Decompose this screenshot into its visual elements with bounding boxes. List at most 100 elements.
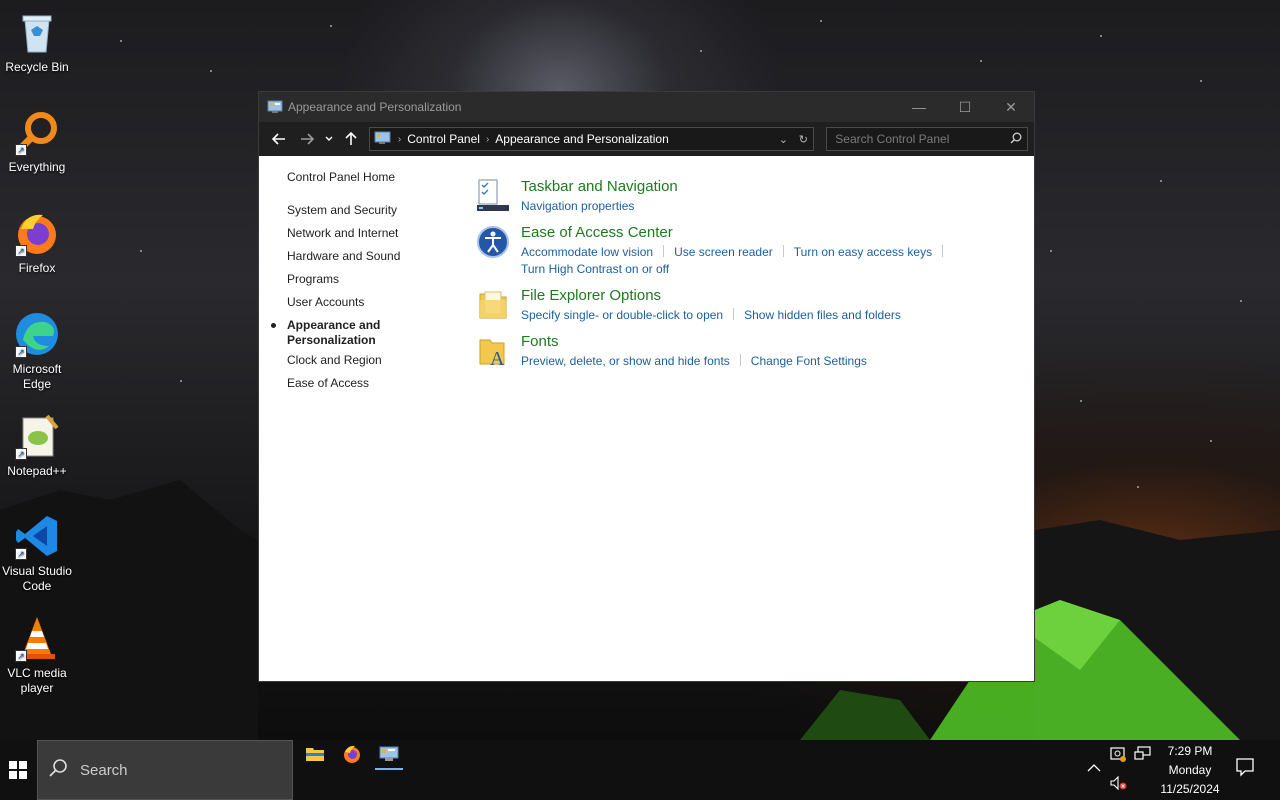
nav-programs[interactable]: Programs (287, 272, 447, 295)
category-file-explorer-options: File Explorer Options Specify single- or… (476, 287, 996, 327)
title-bar[interactable]: Appearance and Personalization — ☐ ✕ (259, 92, 1034, 122)
navigation-bar: › Control Panel › Appearance and Persona… (259, 122, 1034, 156)
fonts-folder-icon: A (476, 334, 510, 370)
link-separator (663, 245, 665, 257)
breadcrumb-appearance[interactable]: Appearance and Personalization (495, 132, 668, 146)
windows-logo-icon (9, 761, 27, 779)
back-arrow-icon[interactable] (265, 127, 293, 151)
desktop-icon-notepad-plus-plus[interactable]: ↗ Notepad++ (0, 412, 74, 479)
recycle-bin-icon (13, 8, 61, 56)
shortcut-arrow-icon: ↗ (15, 650, 27, 662)
minimize-button[interactable]: — (896, 92, 942, 122)
nav-clock-and-region[interactable]: Clock and Region (287, 353, 447, 376)
address-bar[interactable]: › Control Panel › Appearance and Persona… (368, 127, 815, 151)
category-fonts: A Fonts Preview, delete, or show and hid… (476, 333, 996, 373)
vlc-cone-icon: ↗ (13, 614, 61, 662)
nav-ease-of-access[interactable]: Ease of Access (287, 376, 447, 399)
desktop-icon-label: Everything (8, 160, 66, 174)
category-title[interactable]: File Explorer Options (521, 287, 661, 304)
taskbar-control-panel[interactable] (369, 740, 409, 770)
link-use-screen-reader[interactable]: Use screen reader (674, 245, 773, 259)
nav-hardware-and-sound[interactable]: Hardware and Sound (287, 249, 447, 272)
category-title[interactable]: Fonts (521, 333, 559, 350)
vscode-icon: ↗ (13, 512, 61, 560)
clock-date: 11/25/2024 (1160, 782, 1220, 796)
breadcrumb-separator-icon: › (485, 133, 490, 145)
link-separator (782, 245, 784, 257)
category-ease-of-access-center: Ease of Access Center Accommodate low vi… (476, 224, 996, 279)
link-accommodate-low-vision[interactable]: Accommodate low vision (521, 245, 653, 259)
desktop-icon-vlc[interactable]: ↗ VLC media player (0, 614, 74, 696)
breadcrumb-separator-icon: › (397, 133, 402, 145)
link-navigation-properties[interactable]: Navigation properties (521, 199, 634, 213)
link-single-double-click[interactable]: Specify single- or double-click to open (521, 308, 723, 322)
taskbar-search-box[interactable]: Search (37, 740, 293, 800)
up-arrow-icon[interactable] (337, 127, 365, 151)
recent-locations-chevron-icon[interactable] (321, 127, 337, 151)
link-preview-delete-fonts[interactable]: Preview, delete, or show and hide fonts (521, 354, 730, 368)
breadcrumb-control-panel[interactable]: Control Panel (407, 132, 480, 146)
shortcut-arrow-icon: ↗ (15, 548, 27, 560)
desktop-icon-recycle-bin[interactable]: Recycle Bin (0, 8, 74, 75)
link-change-font-settings[interactable]: Change Font Settings (751, 354, 867, 368)
network-icon[interactable] (1134, 746, 1152, 765)
link-separator (733, 308, 735, 320)
show-hidden-icons-chevron-icon[interactable] (1087, 762, 1101, 776)
svg-text:A: A (490, 348, 505, 368)
desktop-icon-label: Visual Studio Code (2, 564, 72, 593)
link-turn-high-contrast[interactable]: Turn High Contrast on or off (521, 262, 669, 276)
shortcut-arrow-icon: ↗ (15, 245, 27, 257)
security-warning-icon[interactable] (1110, 746, 1126, 765)
volume-muted-icon[interactable] (1110, 775, 1128, 793)
nav-user-accounts[interactable]: User Accounts (287, 295, 447, 318)
link-show-hidden-files[interactable]: Show hidden files and folders (744, 308, 901, 322)
shortcut-arrow-icon: ↗ (15, 448, 27, 460)
taskbar-file-explorer[interactable] (295, 740, 335, 768)
taskbar-icon (476, 179, 510, 213)
desktop-icon-label: Notepad++ (7, 464, 67, 478)
control-panel-icon (374, 131, 392, 148)
action-center-icon[interactable] (1234, 756, 1260, 782)
search-icon (48, 758, 70, 782)
nav-system-and-security[interactable]: System and Security (287, 203, 447, 226)
clock-time: 7:29 PM (1167, 744, 1213, 758)
nav-appearance-and-personalization[interactable]: Appearance and Personalization (271, 318, 447, 353)
close-button[interactable]: ✕ (988, 92, 1034, 122)
address-dropdown-chevron-icon[interactable]: ⌄ (773, 133, 793, 146)
search-control-panel-field[interactable] (826, 127, 1029, 151)
search-input[interactable] (835, 132, 1006, 146)
ease-of-access-icon (476, 225, 510, 259)
taskbar-search-label: Search (80, 761, 128, 779)
taskbar-clock[interactable]: 7:29 PM Monday 11/25/2024 (1152, 742, 1228, 799)
desktop-icon-vscode[interactable]: ↗ Visual Studio Code (0, 512, 74, 594)
desktop-icon-edge[interactable]: ↗ Microsoft Edge (0, 310, 74, 392)
firefox-icon (344, 745, 360, 763)
firefox-icon: ↗ (13, 209, 61, 257)
start-button[interactable] (0, 740, 36, 800)
forward-arrow-icon[interactable] (293, 127, 321, 151)
taskbar-firefox[interactable] (332, 740, 372, 768)
taskbar: Search 7:29 PM Monday 11/25/2024 (0, 740, 1280, 800)
link-turn-on-easy-access-keys[interactable]: Turn on easy access keys (794, 245, 932, 259)
category-taskbar-and-navigation: Taskbar and Navigation Navigation proper… (476, 178, 996, 218)
nav-network-and-internet[interactable]: Network and Internet (287, 226, 447, 249)
category-title[interactable]: Taskbar and Navigation (521, 178, 678, 195)
category-title[interactable]: Ease of Access Center (521, 224, 673, 241)
desktop-icon-firefox[interactable]: ↗ Firefox (0, 209, 74, 276)
control-panel-icon (379, 746, 399, 761)
window-title: Appearance and Personalization (288, 100, 462, 114)
notepad-plus-plus-icon: ↗ (13, 412, 61, 460)
desktop-icon-label: VLC media player (7, 666, 67, 695)
refresh-icon[interactable]: ↻ (793, 133, 813, 146)
nav-control-panel-home[interactable]: Control Panel Home (287, 170, 447, 193)
desktop-icon-everything[interactable]: ↗ Everything (0, 108, 74, 175)
folder-options-icon (476, 288, 510, 322)
desktop-icon-label: Firefox (18, 261, 56, 275)
desktop-icon-label: Recycle Bin (5, 60, 69, 74)
search-icon[interactable] (1005, 132, 1027, 147)
maximize-button[interactable]: ☐ (942, 92, 988, 122)
link-separator (942, 245, 944, 257)
link-separator (739, 354, 741, 366)
desktop-icon-label: Microsoft Edge (12, 362, 62, 391)
file-explorer-icon (306, 748, 324, 761)
